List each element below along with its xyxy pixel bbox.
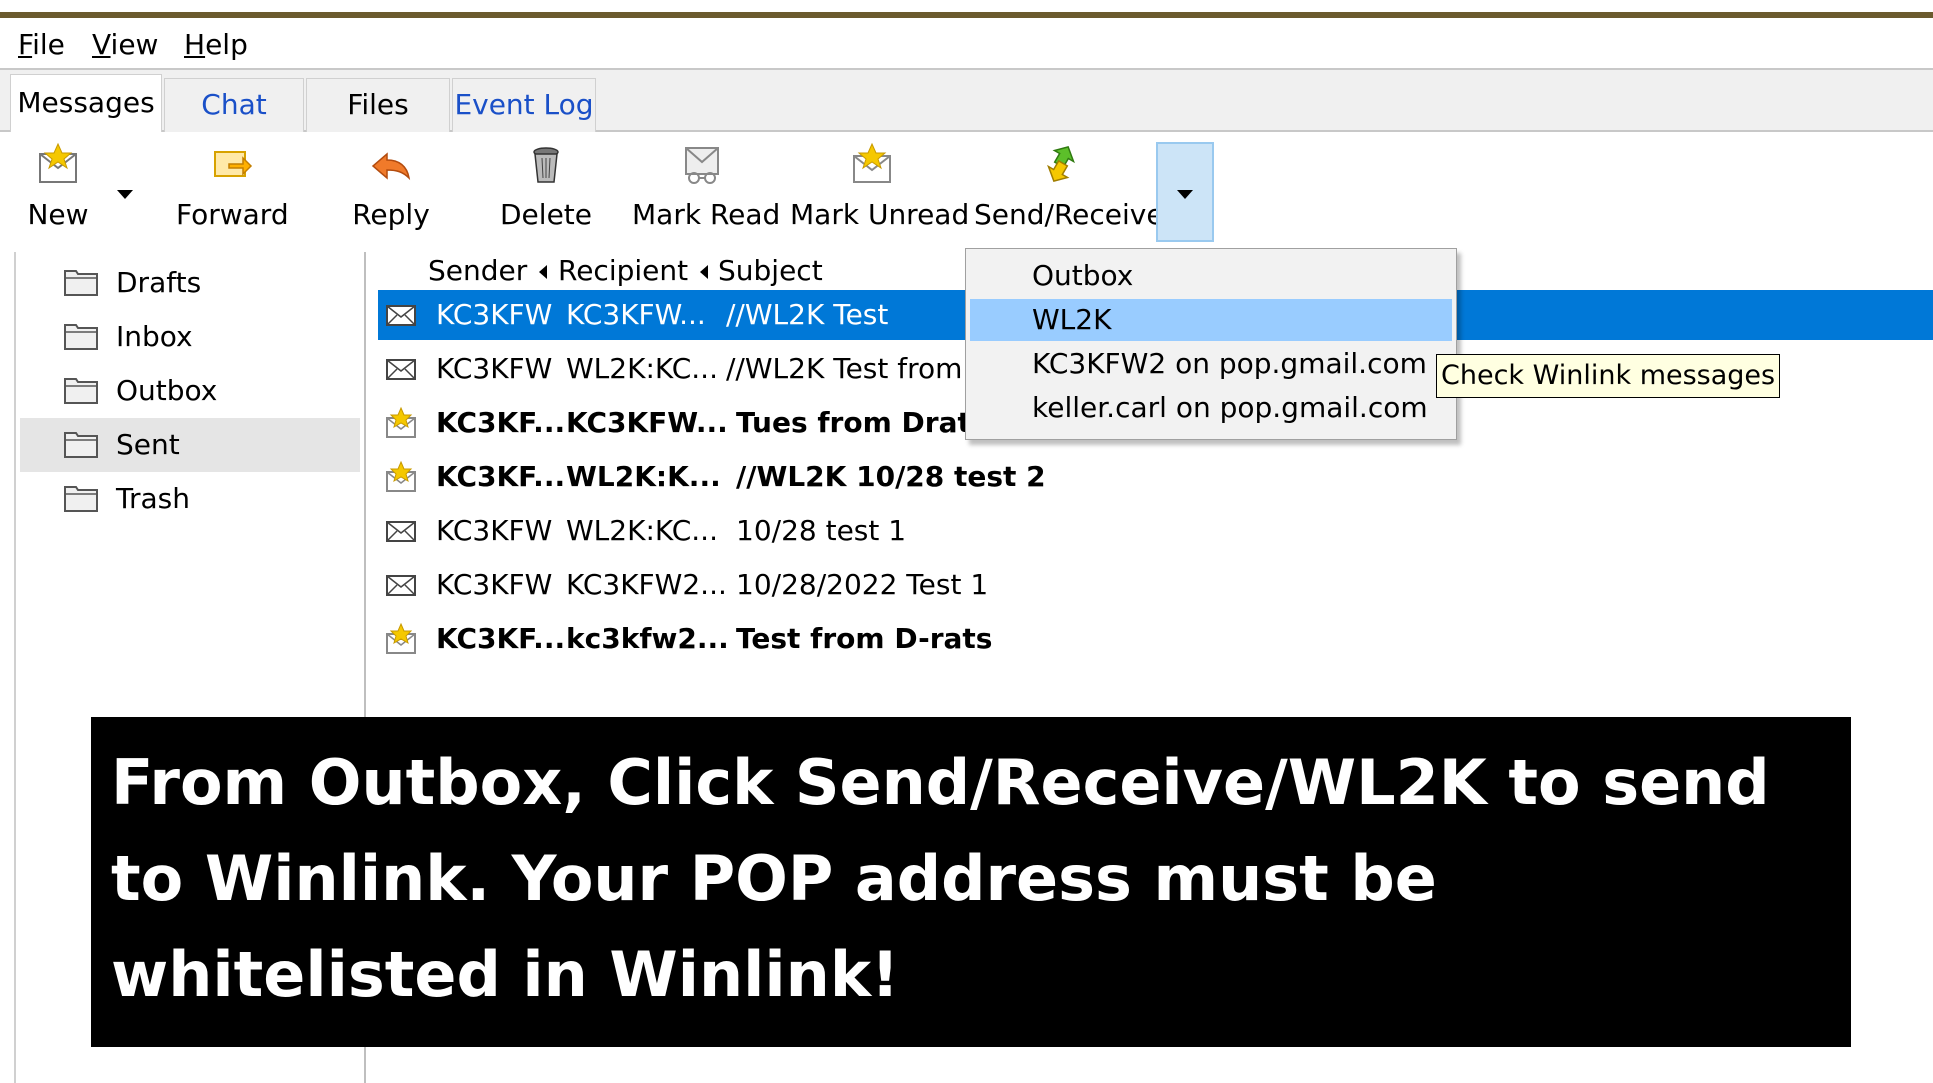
mark-unread-button[interactable]: Mark Unread bbox=[790, 142, 969, 242]
folder-sent[interactable]: Sent bbox=[20, 418, 360, 472]
unread-envelope-icon bbox=[384, 460, 418, 494]
send-receive-menu: Outbox WL2K KC3KFW2 on pop.gmail.com kel… bbox=[965, 248, 1457, 440]
sort-arrow-icon bbox=[539, 265, 548, 279]
message-row[interactable]: KC3KF... WL2K:K... //WL2K 10/28 test 2 bbox=[378, 452, 1933, 502]
folder-trash[interactable]: Trash bbox=[20, 472, 360, 526]
menu-view[interactable]: View bbox=[92, 28, 158, 61]
menu-item-wl2k[interactable]: WL2K bbox=[970, 299, 1452, 341]
toolbar: New Forward Reply Delete Mark Read Mark … bbox=[0, 132, 1933, 250]
new-message-icon bbox=[36, 142, 80, 186]
tab-strip: Messages Chat Files Event Log bbox=[0, 70, 1933, 134]
unread-envelope-icon bbox=[384, 622, 418, 656]
tab-messages[interactable]: Messages bbox=[10, 74, 162, 134]
column-header-subject[interactable]: Subject bbox=[718, 252, 823, 290]
folder-icon bbox=[64, 430, 98, 458]
menu-bar: File View Help bbox=[0, 22, 1933, 70]
message-row[interactable]: KC3KFW WL2K:KC... 10/28 test 1 bbox=[378, 506, 1933, 556]
forward-icon bbox=[209, 142, 253, 186]
message-row[interactable]: KC3KFW KC3KFW2... 10/28/2022 Test 1 bbox=[378, 560, 1933, 610]
chevron-down-icon bbox=[1177, 190, 1193, 199]
tab-chat[interactable]: Chat bbox=[164, 78, 304, 132]
folder-label: Inbox bbox=[116, 320, 193, 353]
new-button[interactable]: New bbox=[20, 142, 96, 242]
folder-outbox[interactable]: Outbox bbox=[20, 364, 360, 418]
folder-label: Trash bbox=[116, 482, 190, 515]
column-header-sender[interactable]: Sender bbox=[428, 252, 548, 290]
mark-read-icon bbox=[680, 142, 724, 186]
menu-item-pop-kc3kfw2[interactable]: KC3KFW2 on pop.gmail.com bbox=[970, 343, 1452, 385]
folder-icon bbox=[64, 322, 98, 350]
menu-file[interactable]: File bbox=[18, 28, 65, 61]
send-receive-button[interactable]: Send/Receive bbox=[974, 142, 1164, 242]
menu-help[interactable]: Help bbox=[184, 28, 248, 61]
mark-unread-icon bbox=[850, 142, 894, 186]
message-row[interactable]: KC3KF... kc3kfw2... Test from D-rats bbox=[378, 614, 1933, 664]
tab-files[interactable]: Files bbox=[306, 78, 450, 132]
envelope-icon bbox=[384, 568, 418, 602]
mark-read-button[interactable]: Mark Read bbox=[632, 142, 780, 242]
envelope-icon bbox=[384, 352, 418, 386]
envelope-icon bbox=[384, 298, 418, 332]
folder-drafts[interactable]: Drafts bbox=[20, 256, 360, 310]
unread-envelope-icon bbox=[384, 406, 418, 440]
envelope-icon bbox=[384, 514, 418, 548]
folder-label: Sent bbox=[116, 428, 180, 461]
folder-icon bbox=[64, 268, 98, 296]
folder-icon bbox=[64, 376, 98, 404]
delete-button[interactable]: Delete bbox=[496, 142, 596, 242]
caption-box: From Outbox, Click Send/Receive/WL2K to … bbox=[91, 717, 1851, 1047]
trash-can-icon bbox=[524, 142, 568, 186]
reply-icon bbox=[369, 142, 413, 186]
menu-item-outbox[interactable]: Outbox bbox=[970, 255, 1452, 297]
tab-event-log[interactable]: Event Log bbox=[452, 78, 596, 132]
folder-label: Outbox bbox=[116, 374, 218, 407]
folder-inbox[interactable]: Inbox bbox=[20, 310, 360, 364]
column-header-recipient[interactable]: Recipient bbox=[558, 252, 709, 290]
caption-text: From Outbox, Click Send/Receive/WL2K to … bbox=[111, 746, 1770, 1011]
tooltip: Check Winlink messages bbox=[1436, 354, 1781, 398]
sort-arrow-icon bbox=[700, 265, 709, 279]
send-receive-icon bbox=[1039, 142, 1083, 186]
send-receive-dropdown-button[interactable] bbox=[1156, 142, 1214, 242]
folder-label: Drafts bbox=[116, 266, 202, 299]
forward-button[interactable]: Forward bbox=[176, 142, 289, 242]
folder-icon bbox=[64, 484, 98, 512]
menu-item-pop-keller[interactable]: keller.carl on pop.gmail.com bbox=[970, 387, 1452, 429]
window-top-border bbox=[0, 0, 1933, 18]
new-dropdown-arrow[interactable] bbox=[117, 190, 133, 199]
reply-button[interactable]: Reply bbox=[346, 142, 436, 242]
